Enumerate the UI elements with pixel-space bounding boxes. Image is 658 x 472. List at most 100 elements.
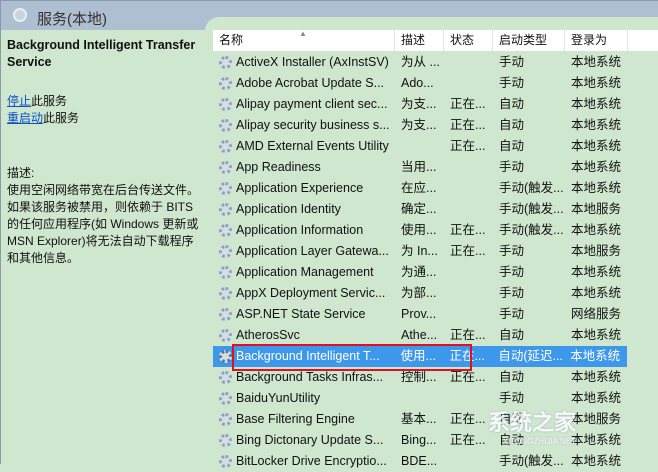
table-row[interactable]: Alipay security business s... 为支... 正在... 自… xyxy=(213,115,658,136)
service-status: 正在... xyxy=(450,118,486,132)
gear-icon xyxy=(219,413,232,426)
service-startup-type: 自动(延迟... xyxy=(498,349,563,363)
service-name: Alipay payment client sec... xyxy=(213,94,395,115)
service-name: ActiveX Installer (AxInstSV) xyxy=(213,52,395,73)
table-row[interactable]: Application Experience 在应... 手动(触发... 本地系统 xyxy=(213,178,658,199)
service-startup-type: 自动 xyxy=(499,139,525,153)
service-name: App Readiness xyxy=(213,157,395,178)
window-title: 服务(本地) xyxy=(37,11,107,28)
service-description xyxy=(395,388,444,409)
table-row[interactable]: Application Layer Gatewa... 为 In... 正在... 手… xyxy=(213,241,658,262)
restart-service-link[interactable]: 重启动 xyxy=(7,111,43,125)
service-startup-type: 手动 xyxy=(499,265,525,279)
column-header-startup-type[interactable]: 启动类型 xyxy=(493,30,565,51)
service-name: Application Information xyxy=(213,220,395,241)
service-status xyxy=(444,157,493,178)
service-description: 当用... xyxy=(401,160,437,174)
stop-suffix: 此服务 xyxy=(31,94,68,108)
table-row[interactable]: Application Information 使用... 正在... 手动(触发..… xyxy=(213,220,658,241)
service-name: Alipay security business s... xyxy=(213,115,395,136)
service-name: AtherosSvc xyxy=(213,325,395,346)
gear-icon xyxy=(219,182,232,195)
gear-icon xyxy=(219,56,232,69)
service-description: 使用... xyxy=(401,223,437,237)
service-startup-type: 自动 xyxy=(499,118,525,132)
table-row[interactable]: App Readiness 当用... 手动 本地系统 xyxy=(213,157,658,178)
table-row[interactable]: Adobe Acrobat Update S... Ado... 手动 本地系统 xyxy=(213,73,658,94)
column-header-description[interactable]: 描述 xyxy=(395,30,444,51)
service-logon-as: 本地系统 xyxy=(571,160,622,174)
service-description: 基本... xyxy=(401,412,437,426)
service-name: AppX Deployment Servic... xyxy=(213,283,395,304)
table-row[interactable]: Application Identity 确定... 手动(触发... 本地服务 xyxy=(213,199,658,220)
table-row[interactable]: ActiveX Installer (AxInstSV) 为从 ... 手动 本地系统 xyxy=(213,52,658,73)
table-row[interactable]: AppX Deployment Servic... 为部... 手动 本地系统 xyxy=(213,283,658,304)
service-logon-as: 本地系统 xyxy=(570,349,621,363)
service-description: Ado... xyxy=(401,76,434,90)
service-description: 为支... xyxy=(401,118,437,132)
service-name: BaiduYunUtility xyxy=(213,388,395,409)
service-description: 在应... xyxy=(401,181,437,195)
service-logon-as: 本地系统 xyxy=(571,76,622,90)
table-row[interactable]: AMD External Events Utility 正在... 自动 本地系统 xyxy=(213,136,658,157)
gear-icon xyxy=(219,266,232,279)
gear-icon xyxy=(219,119,232,132)
services-list: ActiveX Installer (AxInstSV) 为从 ... 手动 本地系统… xyxy=(213,52,658,472)
service-description: 为部... xyxy=(401,286,437,300)
gear-icon xyxy=(219,350,232,363)
table-row[interactable]: AtherosSvc Athe... 正在... 自动 本地系统 xyxy=(213,325,658,346)
service-logon-as: 本地系统 xyxy=(571,454,622,468)
service-name: Bing Dictonary Update S... xyxy=(213,430,395,451)
stop-service-link[interactable]: 停止 xyxy=(7,94,31,108)
service-description xyxy=(395,136,444,157)
service-status: 正在... xyxy=(450,412,486,426)
gear-icon xyxy=(219,287,232,300)
service-logon-as: 本地系统 xyxy=(571,223,622,237)
column-header-logon-as[interactable]: 登录为 xyxy=(565,30,628,51)
description-text: 使用空闲网络带宽在后台传送文件。如果该服务被禁用，则依赖于 BITS 的任何应用… xyxy=(7,183,200,265)
service-startup-type: 手动 xyxy=(499,55,525,69)
table-row[interactable]: Application Management 为通... 手动 本地系统 xyxy=(213,262,658,283)
service-status xyxy=(444,52,493,73)
service-status: 正在... xyxy=(450,433,486,447)
table-row[interactable]: Base Filtering Engine 基本... 正在... 自动 本地服务 xyxy=(213,409,658,430)
table-row[interactable]: ASP.NET State Service Prov... 手动 网络服务 xyxy=(213,304,658,325)
service-status xyxy=(444,451,493,472)
gear-icon xyxy=(219,392,232,405)
watermark-logo: 系统之家 XITONGZHIJIA.NET xyxy=(488,410,577,446)
service-logon-as: 本地系统 xyxy=(571,328,622,342)
gear-icon xyxy=(219,308,232,321)
column-header-name[interactable]: ▲ 名称 xyxy=(213,29,395,51)
service-status: 正在... xyxy=(450,328,486,342)
gear-icon xyxy=(219,161,232,174)
service-logon-as: 本地系统 xyxy=(571,286,622,300)
gear-icon xyxy=(219,434,232,447)
table-row[interactable]: BitLocker Drive Encryptio... BDE... 手动(触发.… xyxy=(213,451,658,472)
service-description: Bing... xyxy=(401,433,437,447)
gear-icon xyxy=(219,140,232,153)
service-logon-as: 本地系统 xyxy=(571,139,622,153)
service-startup-type: 手动(触发... xyxy=(499,454,564,468)
service-status xyxy=(444,262,493,283)
service-logon-as: 本地系统 xyxy=(571,55,622,69)
service-status: 正在... xyxy=(450,139,486,153)
service-startup-type: 手动 xyxy=(499,160,525,174)
service-logon-as: 网络服务 xyxy=(571,307,622,321)
service-name: ASP.NET State Service xyxy=(213,304,395,325)
service-logon-as: 本地服务 xyxy=(571,244,622,258)
table-row[interactable]: Bing Dictonary Update S... Bing... 正在... 自动… xyxy=(213,430,658,451)
table-row[interactable]: Alipay payment client sec... 为支... 正在... 自动… xyxy=(213,94,658,115)
service-description: 为通... xyxy=(401,265,437,279)
table-row[interactable]: BaiduYunUtility 手动 本地系统 xyxy=(213,388,658,409)
gear-icon xyxy=(219,245,232,258)
column-header-status[interactable]: 状态 xyxy=(444,30,493,51)
service-logon-as: 本地系统 xyxy=(571,265,622,279)
service-description: 为从 ... xyxy=(401,55,440,69)
service-name: Adobe Acrobat Update S... xyxy=(213,73,395,94)
service-startup-type: 自动 xyxy=(499,97,525,111)
service-status xyxy=(444,73,493,94)
service-status xyxy=(444,283,493,304)
service-startup-type: 手动(触发... xyxy=(499,202,564,216)
services-icon xyxy=(13,8,27,22)
service-startup-type: 自动 xyxy=(499,328,525,342)
